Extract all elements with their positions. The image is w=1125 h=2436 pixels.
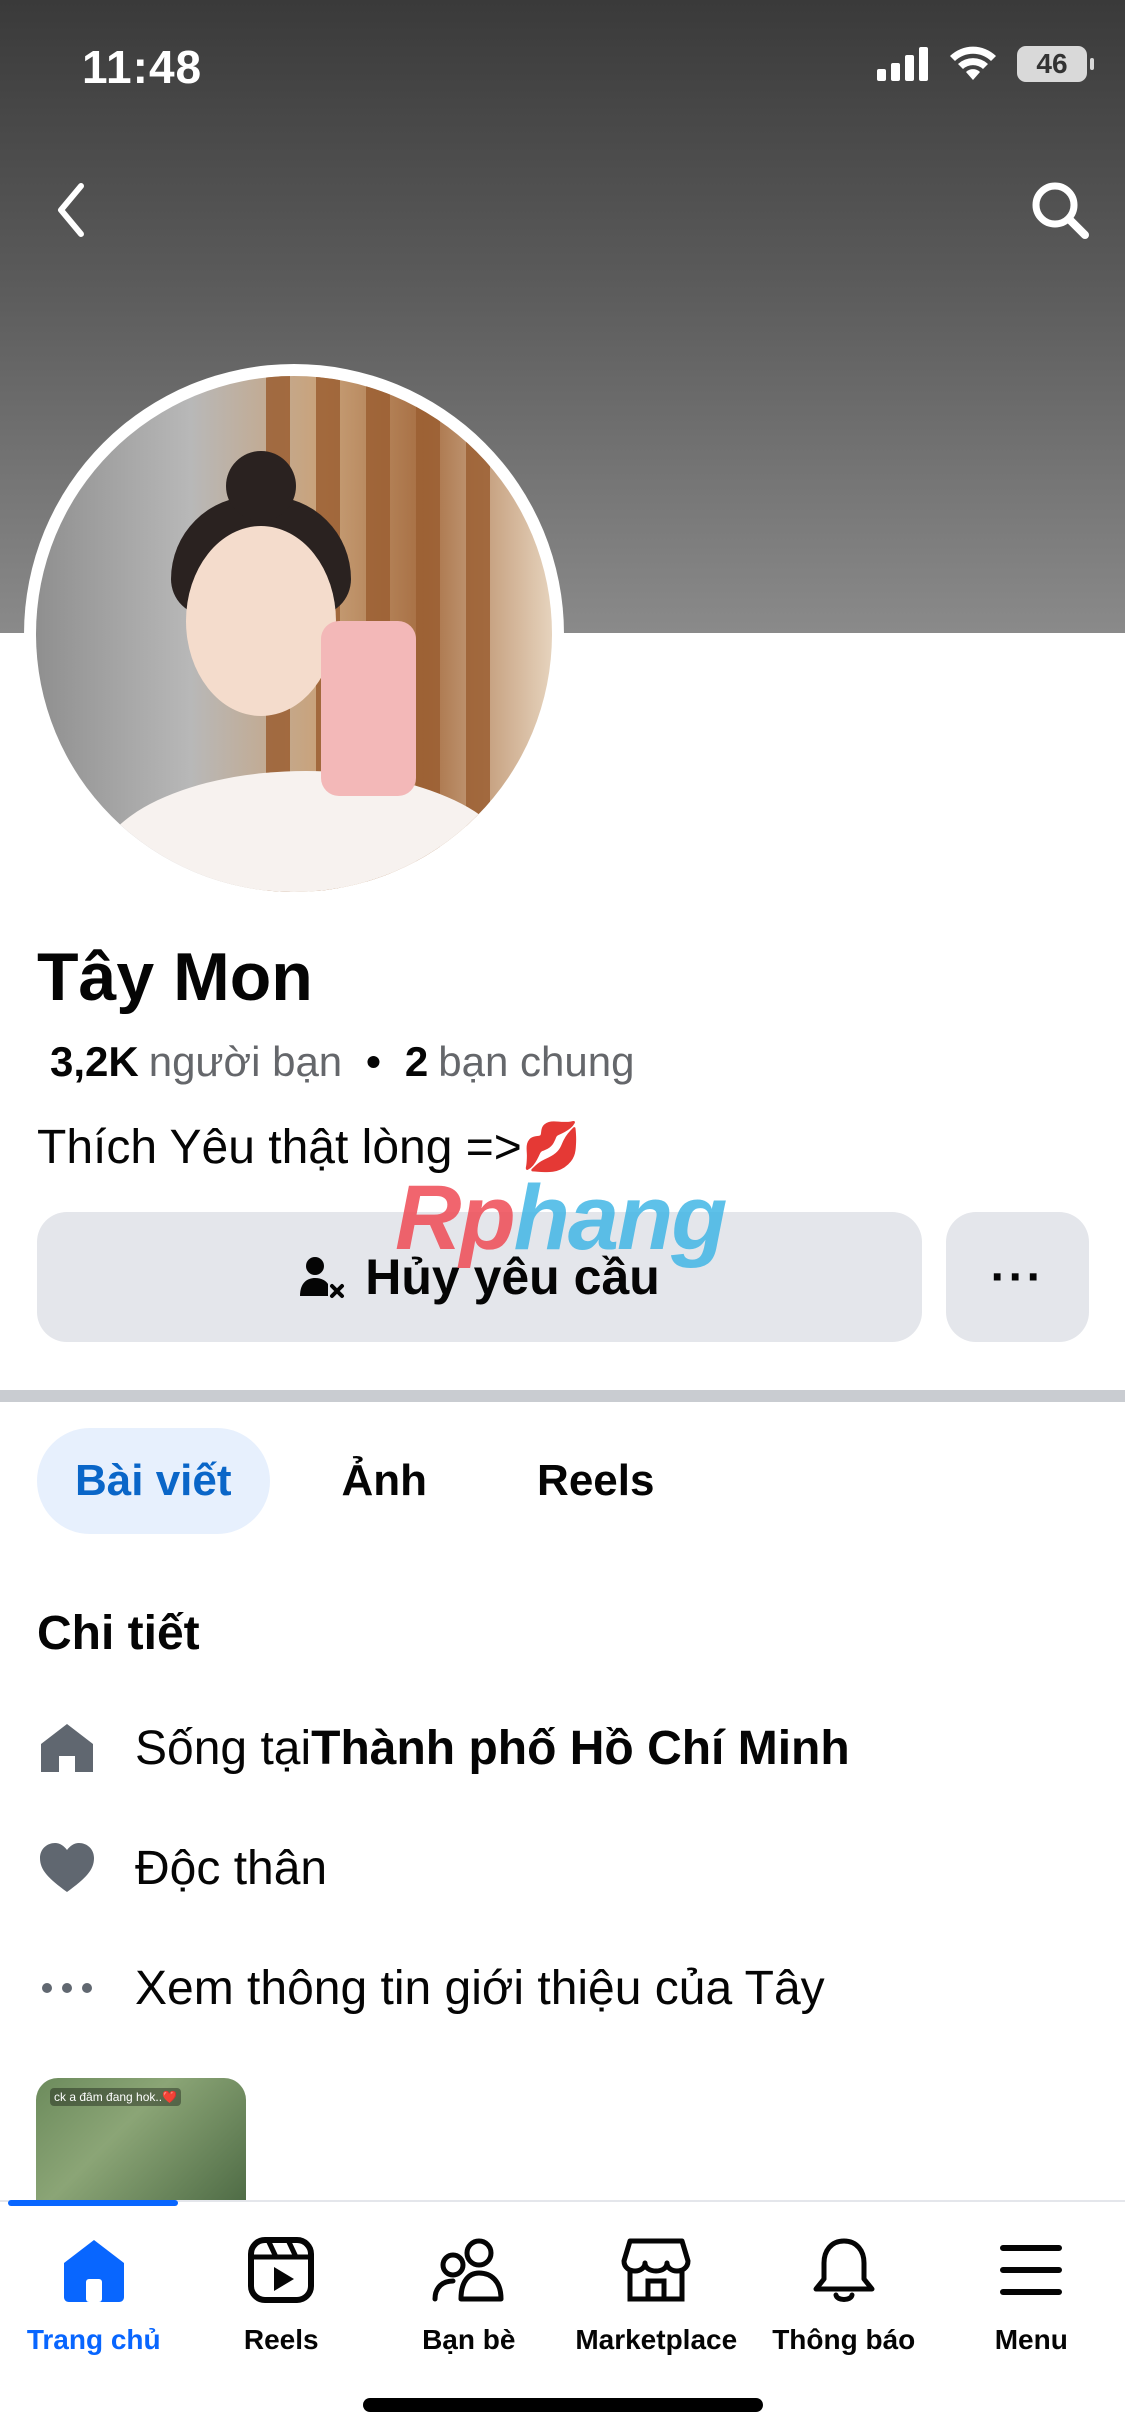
detail-see-about[interactable]: Xem thông tin giới thiệu của Tây (37, 1958, 825, 2018)
profile-tabs: Bài viết Ảnh Reels (37, 1428, 692, 1534)
nav-menu-label: Menu (994, 2324, 1068, 2355)
nav-marketplace[interactable]: Marketplace (563, 2230, 751, 2356)
nav-notifications[interactable]: Thông báo (750, 2230, 938, 2356)
home-icon (54, 2230, 134, 2310)
tab-photos[interactable]: Ảnh (304, 1428, 466, 1534)
nav-reels[interactable]: Reels (188, 2230, 376, 2356)
nav-notifications-label: Thông báo (772, 2324, 916, 2355)
avatar-photo (36, 376, 552, 892)
menu-icon (991, 2230, 1071, 2310)
lives-city[interactable]: Thành phố Hồ Chí Minh (311, 1721, 850, 1776)
bell-icon (804, 2230, 884, 2310)
tab-posts[interactable]: Bài viết (37, 1428, 270, 1534)
nav-menu[interactable]: Menu (938, 2230, 1125, 2356)
lives-prefix: Sống tại (135, 1721, 312, 1775)
more-dots-icon (37, 1958, 97, 2018)
status-time: 11:48 (82, 41, 203, 93)
heart-icon (37, 1838, 97, 1898)
back-button[interactable] (26, 165, 116, 255)
nav-home-label: Trang chủ (26, 2324, 161, 2355)
detail-relationship: Độc thân (37, 1838, 327, 1898)
wifi-icon (950, 46, 996, 80)
friends-count: 3,2K (50, 1038, 139, 1085)
reels-icon (241, 2230, 321, 2310)
stats-separator: • (366, 1038, 381, 1085)
status-bar: 11:48 46 (0, 0, 1125, 140)
watermark-logo: Rphang (395, 1167, 727, 1269)
friends-label: người bạn (148, 1038, 343, 1085)
active-tab-indicator (8, 2200, 178, 2206)
thumbnail-caption: ck a đâm đang hok..❤️ (50, 2088, 182, 2106)
detail-lives-in: Sống tại Thành phố Hồ Chí Minh (37, 1718, 850, 1778)
nav-home[interactable]: Trang chủ (0, 2230, 188, 2356)
friend-stats[interactable]: 3,2K người bạn • 2 bạn chung (50, 1038, 634, 1086)
more-options-button[interactable]: ··· (946, 1212, 1089, 1342)
search-button[interactable] (1015, 165, 1105, 255)
friends-icon (429, 2230, 509, 2310)
mutual-label: bạn chung (438, 1038, 635, 1085)
search-icon (1032, 182, 1089, 239)
nav-reels-label: Reels (243, 2324, 319, 2355)
cancel-friend-icon (300, 1257, 345, 1298)
mutual-count: 2 (404, 1038, 429, 1085)
profile-avatar[interactable] (24, 364, 564, 904)
battery-icon: 46 (1017, 46, 1094, 82)
nav-marketplace-label: Marketplace (575, 2324, 738, 2355)
details-title: Chi tiết (37, 1607, 200, 1660)
featured-thumbnail[interactable]: ck a đâm đang hok..❤️ (36, 2078, 246, 2208)
home-indicator (363, 2398, 763, 2412)
nav-friends-label: Bạn bè (422, 2324, 516, 2355)
section-divider (0, 1390, 1125, 1402)
signal-icon (877, 47, 928, 81)
tab-reels[interactable]: Reels (499, 1428, 692, 1534)
nav-friends[interactable]: Bạn bè (375, 2230, 563, 2356)
chevron-left-icon (58, 183, 84, 237)
status-icons: 46 (877, 46, 1094, 82)
home-icon (37, 1718, 97, 1778)
relationship-status: Độc thân (135, 1841, 328, 1895)
see-about-link[interactable]: Xem thông tin giới thiệu của Tây (135, 1961, 825, 2016)
marketplace-icon (616, 2230, 696, 2310)
profile-name: Tây Mon (37, 939, 313, 1015)
